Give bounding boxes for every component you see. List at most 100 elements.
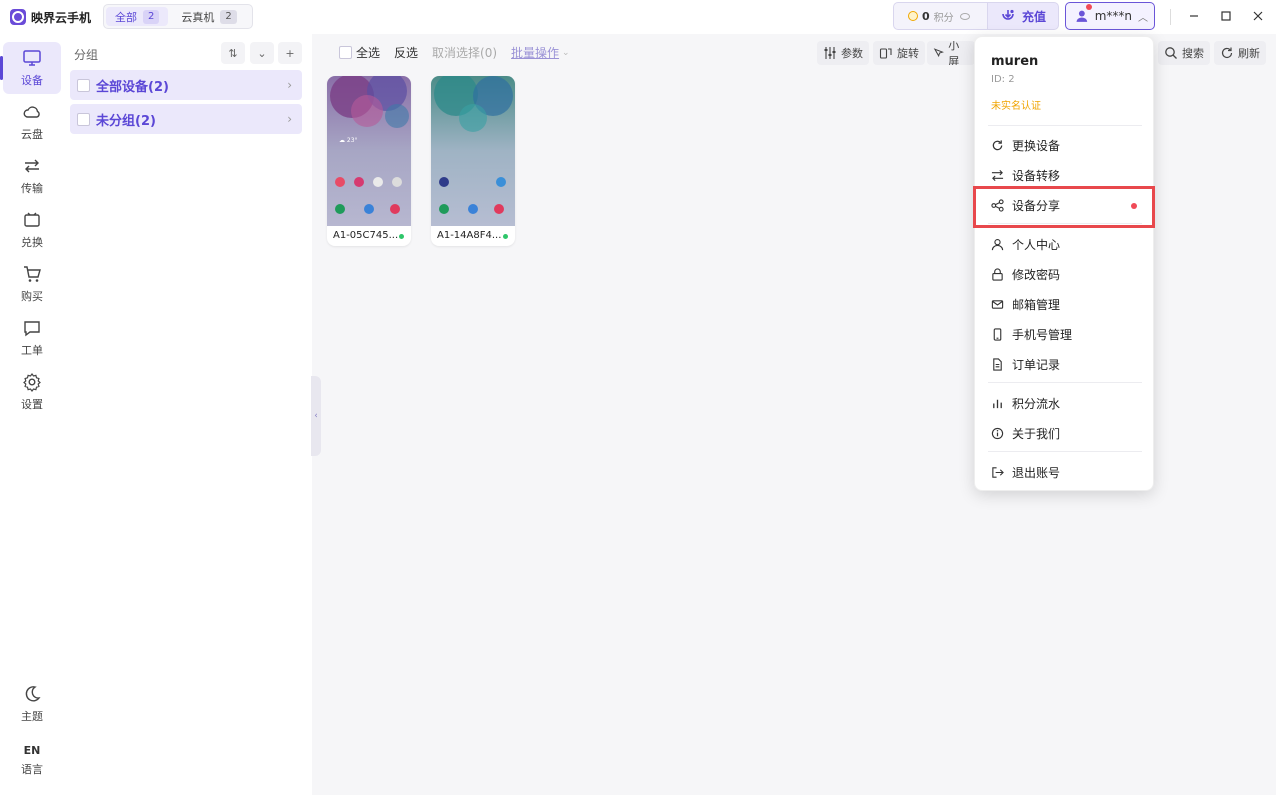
close-icon: [1253, 11, 1263, 21]
divider: [1170, 9, 1171, 25]
group-row-all-devices[interactable]: 全部设备(2) ›: [70, 70, 302, 100]
search-label: 搜索: [1182, 47, 1204, 60]
tab-cloud-real-phone[interactable]: 云真机 2: [172, 7, 245, 26]
menu-item-logout[interactable]: 退出账号: [991, 460, 1141, 484]
device-screen-thumbnail[interactable]: [431, 76, 515, 226]
nav-item-purchase[interactable]: 购买: [3, 258, 61, 310]
user-menu-button[interactable]: m***n ︿: [1065, 2, 1155, 30]
user-icon: [991, 238, 1004, 250]
sort-button[interactable]: ⇅: [221, 42, 245, 64]
device-name: A1-14A8F4...: [437, 230, 502, 241]
group-checkbox[interactable]: [77, 78, 90, 92]
small-screen-button[interactable]: 小屏: [927, 41, 975, 65]
rotate-button[interactable]: 旋转: [873, 41, 925, 65]
nav-label: 主题: [21, 710, 43, 723]
device-card[interactable]: A1-14A8F4...: [431, 76, 515, 246]
nav-label: 工单: [21, 344, 43, 357]
refresh-button[interactable]: 刷新: [1214, 41, 1266, 65]
tab-all[interactable]: 全部 2: [106, 7, 169, 26]
rotate-label: 旋转: [897, 47, 919, 60]
group-label: 未分组(2): [96, 113, 156, 129]
menu-item-personal-center[interactable]: 个人中心: [991, 232, 1141, 256]
menu-item-device-transfer[interactable]: 设备转移: [991, 163, 1141, 187]
collapse-panel-button[interactable]: ‹: [311, 376, 321, 456]
maximize-button[interactable]: [1216, 6, 1236, 26]
nav-item-theme[interactable]: 主题: [3, 678, 61, 730]
select-all-label: 全选: [356, 46, 381, 60]
user-avatar-icon: [1076, 10, 1088, 22]
mail-icon: [991, 299, 1004, 309]
chevron-down-icon: ⌄: [257, 46, 267, 60]
lock-icon: [992, 267, 1003, 281]
invert-selection-button[interactable]: 反选: [394, 44, 418, 61]
batch-operation-dropdown[interactable]: 批量操作 ⌄: [511, 44, 570, 61]
refresh-label: 刷新: [1238, 47, 1260, 60]
sliders-icon: [824, 47, 836, 59]
add-group-button[interactable]: +: [278, 42, 302, 64]
online-status-dot: [503, 234, 508, 239]
menu-item-change-password[interactable]: 修改密码: [991, 262, 1141, 286]
nav-item-cloud-drive[interactable]: 云盘: [3, 96, 61, 148]
ticket-icon: [24, 212, 40, 227]
minimize-button[interactable]: [1184, 6, 1204, 26]
phone-icon: [993, 327, 1002, 341]
nav-item-tickets[interactable]: 工单: [3, 312, 61, 364]
menu-item-phone[interactable]: 手机号管理: [991, 322, 1141, 346]
bar-chart-icon: [993, 399, 1002, 408]
expand-button[interactable]: ⌄: [250, 42, 274, 64]
menu-item-label: 修改密码: [1012, 267, 1061, 282]
sort-icon: ⇅: [228, 46, 238, 60]
points-display[interactable]: 0 积分: [893, 2, 987, 30]
menu-item-about[interactable]: 关于我们: [991, 421, 1141, 445]
device-screen-thumbnail[interactable]: ☁ 23°: [327, 76, 411, 226]
tab-count-badge: 2: [220, 9, 237, 24]
menu-item-label: 更换设备: [1012, 138, 1061, 153]
menu-item-orders[interactable]: 订单记录: [991, 352, 1141, 376]
params-button[interactable]: 参数: [817, 41, 869, 65]
document-icon: [993, 357, 1002, 371]
group-panel-title: 分组: [74, 48, 99, 62]
nav-item-language[interactable]: EN 语言: [3, 734, 61, 786]
divider: [988, 125, 1142, 126]
menu-item-label: 订单记录: [1012, 357, 1061, 372]
menu-item-change-device[interactable]: 更换设备: [991, 133, 1141, 157]
swap-icon: [991, 169, 1004, 181]
divider: [988, 382, 1142, 383]
svg-text:☁ 23°: ☁ 23°: [339, 137, 358, 144]
points-label: 积分: [933, 12, 954, 24]
close-button[interactable]: [1248, 6, 1268, 26]
verification-status[interactable]: 未实名认证: [991, 97, 1041, 112]
menu-user-id: ID: 2: [991, 74, 1015, 85]
nav-item-transfer[interactable]: 传输: [3, 150, 61, 202]
points-value: 0: [922, 9, 930, 23]
nav-label: 设置: [21, 398, 43, 411]
app-logo-icon: [10, 9, 26, 25]
group-row-ungrouped[interactable]: 未分组(2) ›: [70, 104, 302, 134]
nav-label: 传输: [21, 182, 43, 195]
nav-item-devices[interactable]: 设备: [0, 42, 61, 94]
tab-label: 全部: [115, 10, 137, 24]
checkbox-box[interactable]: [339, 46, 352, 59]
logout-icon: [992, 466, 1004, 478]
recharge-button[interactable]: 充值: [987, 2, 1059, 30]
menu-item-label: 手机号管理: [1012, 327, 1073, 342]
cancel-selection-button[interactable]: 取消选择(0): [432, 44, 497, 61]
nav-item-settings[interactable]: 设置: [3, 366, 61, 418]
eye-icon[interactable]: [959, 12, 970, 20]
chevron-right-icon: ›: [287, 78, 292, 92]
menu-username: muren: [991, 54, 1039, 69]
nav-item-redeem[interactable]: 兑换: [3, 204, 61, 256]
menu-item-email[interactable]: 邮箱管理: [991, 292, 1141, 316]
group-checkbox[interactable]: [77, 112, 90, 126]
chevron-left-icon: ‹: [314, 411, 318, 421]
tab-label: 云真机: [181, 10, 215, 24]
device-card[interactable]: ☁ 23° A1-05C745...: [327, 76, 411, 246]
recharge-icon: [1002, 9, 1014, 20]
left-nav: 设备 云盘 传输 兑换 购买 工单 设置 主题 EN 语言: [0, 34, 64, 795]
nav-label: 语言: [21, 762, 43, 776]
menu-item-label: 关于我们: [1012, 426, 1061, 441]
search-button[interactable]: 搜索: [1158, 41, 1210, 65]
menu-item-label: 邮箱管理: [1012, 297, 1061, 312]
select-all-checkbox[interactable]: 全选: [339, 44, 380, 61]
menu-item-points-history[interactable]: 积分流水: [991, 391, 1141, 415]
